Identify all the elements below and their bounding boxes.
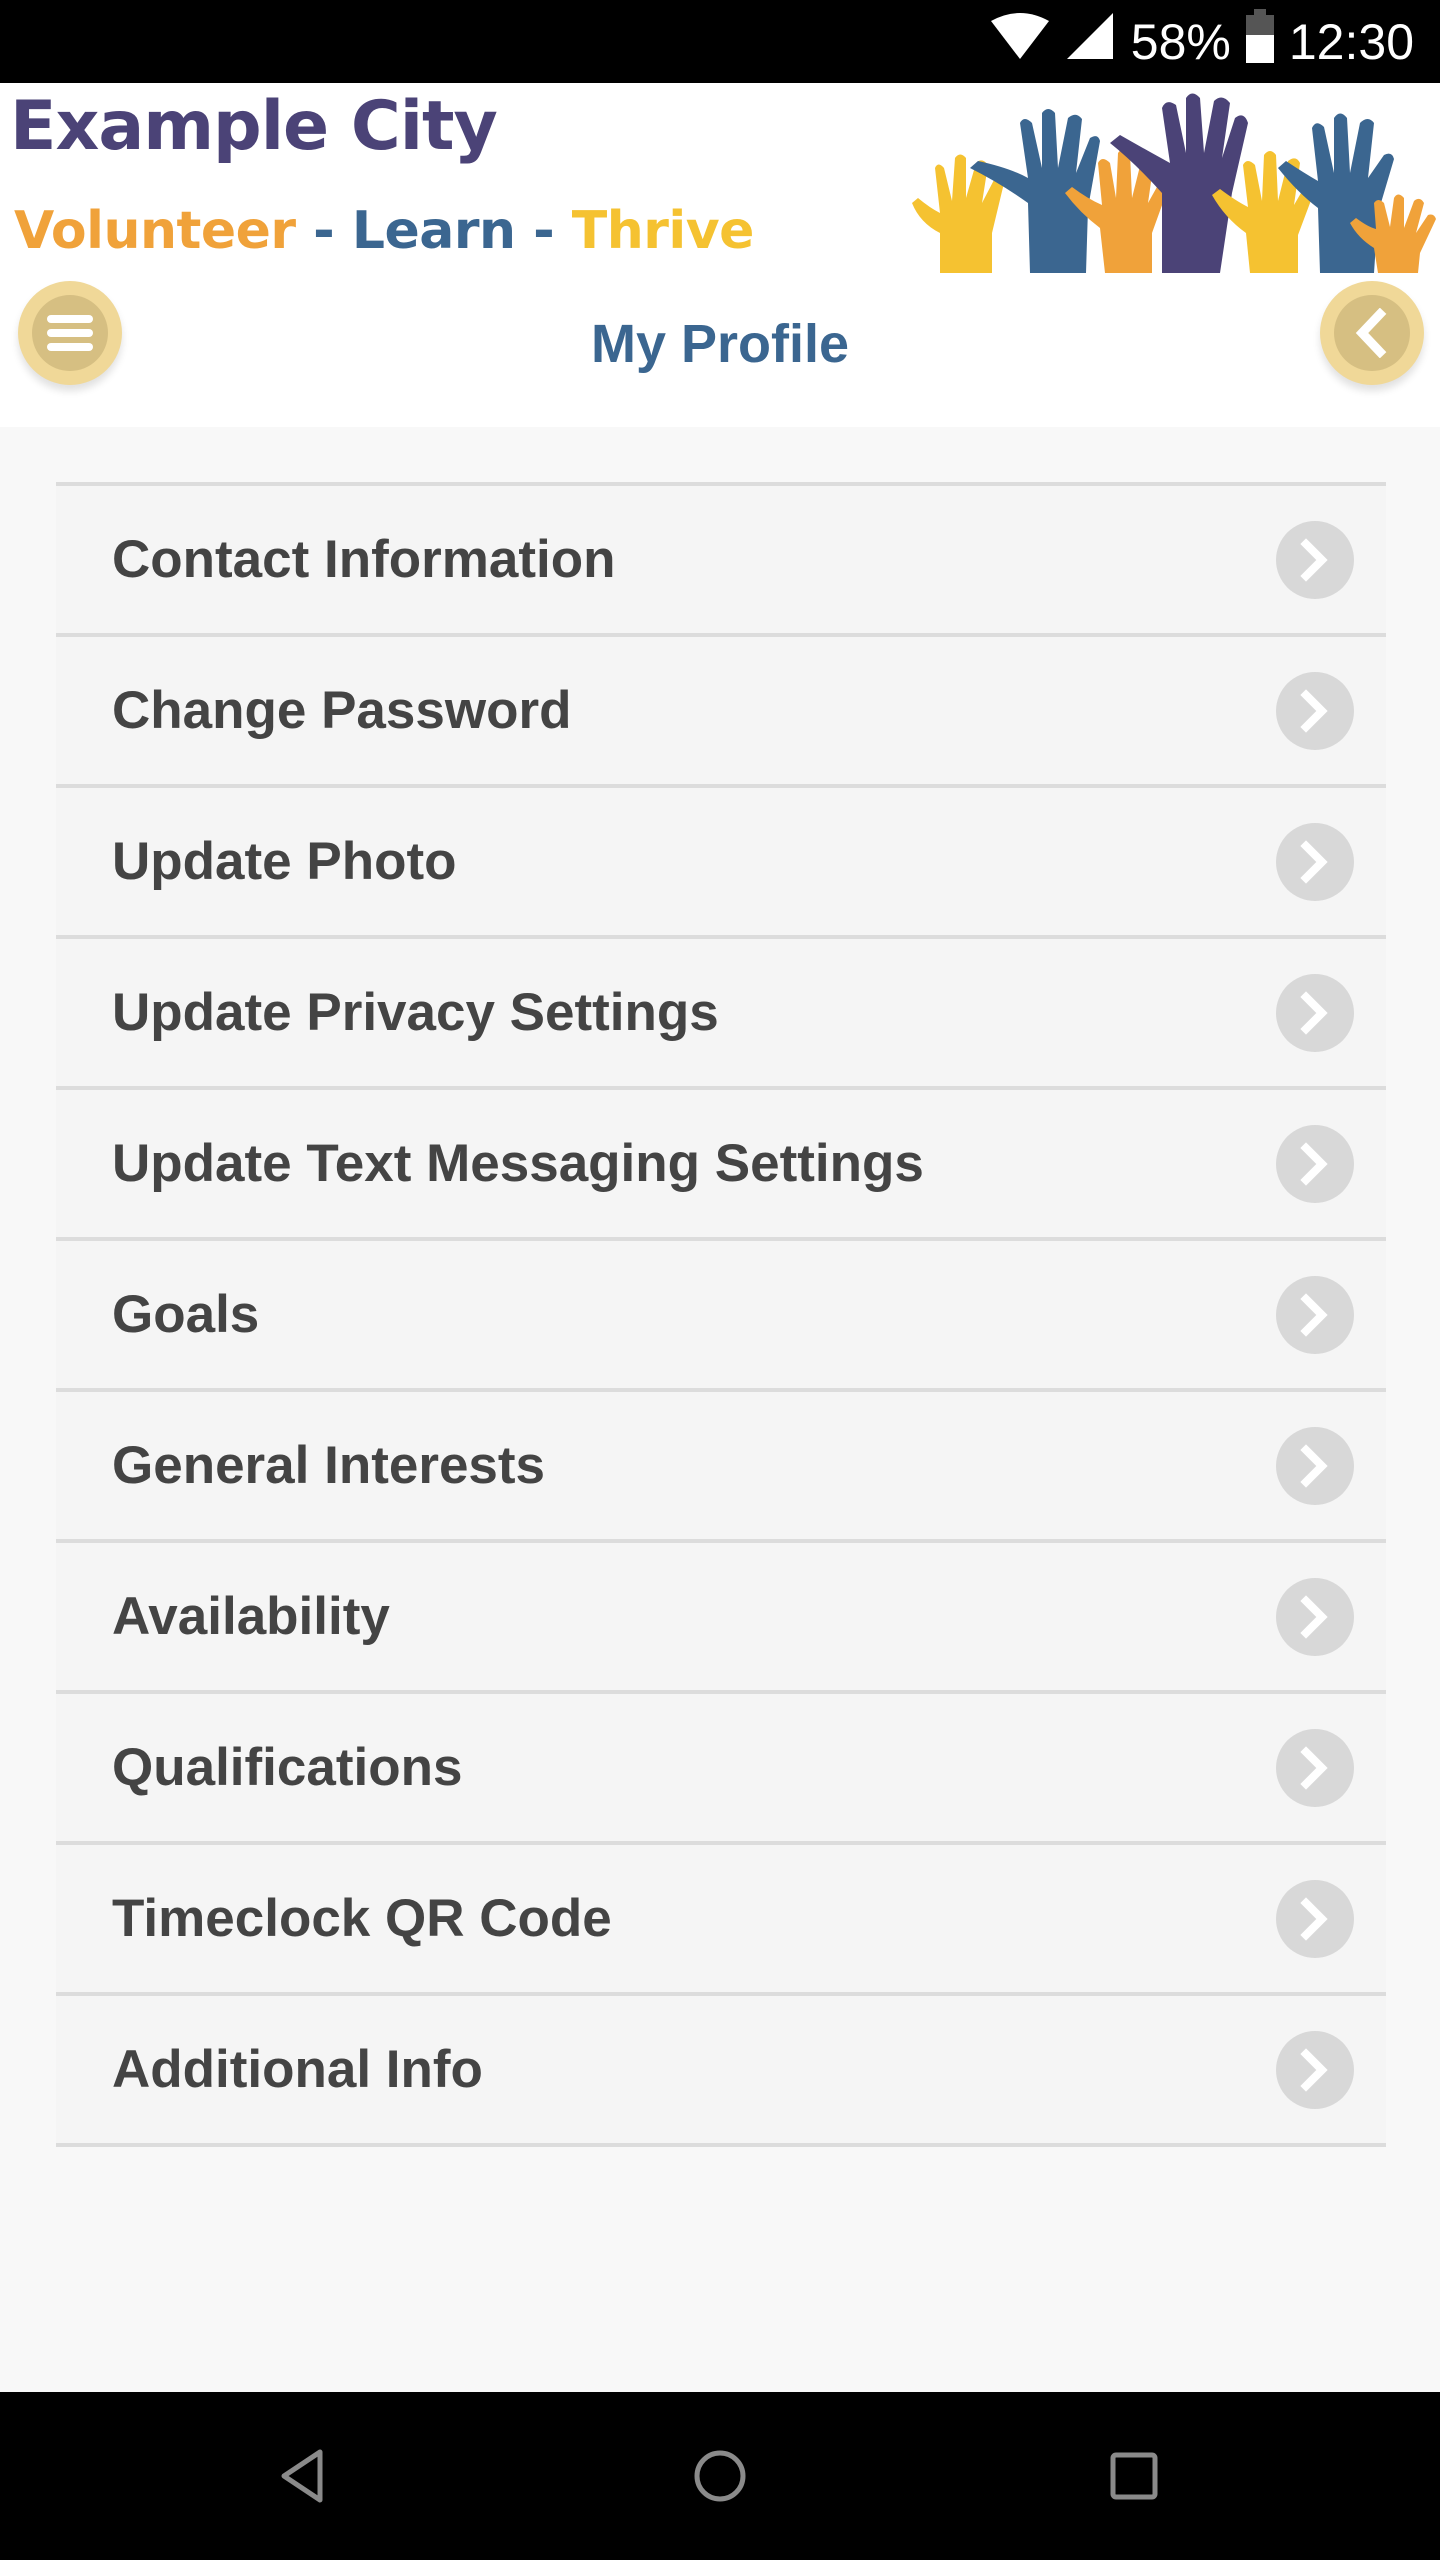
menu-item-label: Qualifications xyxy=(112,1738,463,1797)
menu-item-label: Update Photo xyxy=(112,832,457,891)
logo-title: Example City xyxy=(10,87,498,166)
home-icon xyxy=(694,2450,746,2502)
app-header: Example City Volunteer - Learn - Thrive xyxy=(0,83,1440,427)
chevron-right-icon xyxy=(1276,671,1354,750)
menu-item-label: Availability xyxy=(112,1587,390,1646)
chevron-right-icon xyxy=(1276,1426,1354,1505)
system-nav-bar xyxy=(0,2392,1440,2560)
back-icon xyxy=(281,2449,323,2503)
menu-item[interactable]: Additional Info xyxy=(56,1996,1386,2147)
cell-signal-icon xyxy=(1065,11,1117,73)
raised-hands-logo-icon xyxy=(912,93,1436,273)
battery-percent: 58% xyxy=(1130,13,1231,70)
menu-item[interactable]: Goals xyxy=(56,1241,1386,1392)
chevron-left-icon xyxy=(1355,308,1387,358)
menu-item[interactable]: Update Text Messaging Settings xyxy=(56,1090,1386,1241)
tagline-separator: - xyxy=(295,201,352,261)
chevron-right-icon xyxy=(1276,1124,1354,1203)
menu-item-label: Update Privacy Settings xyxy=(112,983,719,1042)
menu-item-label: Goals xyxy=(112,1285,260,1344)
menu-item[interactable]: Qualifications xyxy=(56,1694,1386,1845)
menu-item[interactable]: Update Privacy Settings xyxy=(56,939,1386,1090)
chevron-right-icon xyxy=(1276,1577,1354,1656)
tagline-thrive: Thrive xyxy=(571,201,755,261)
tagline-volunteer: Volunteer xyxy=(14,201,296,261)
menu-item[interactable]: Availability xyxy=(56,1543,1386,1694)
nav-recents-button[interactable] xyxy=(1094,2436,1174,2516)
profile-menu-list: Contact Information Change Password Update… xyxy=(56,482,1386,2147)
menu-item-label: Contact Information xyxy=(112,530,616,589)
menu-item[interactable]: Update Photo xyxy=(56,788,1386,939)
menu-item[interactable]: Change Password xyxy=(56,637,1386,788)
menu-item[interactable]: Contact Information xyxy=(56,486,1386,637)
status-bar-right: 58% 12:30 xyxy=(989,0,1414,83)
tagline-learn: Learn xyxy=(351,201,516,261)
tagline-separator: - xyxy=(515,201,572,261)
back-button[interactable] xyxy=(1320,281,1424,385)
recents-icon xyxy=(1110,2452,1158,2500)
menu-item-label: Update Text Messaging Settings xyxy=(112,1134,924,1193)
chevron-right-icon xyxy=(1276,1728,1354,1807)
chevron-right-icon xyxy=(1276,520,1354,599)
nav-back-button[interactable] xyxy=(264,2436,344,2516)
battery-icon xyxy=(1245,8,1275,75)
menu-item[interactable]: General Interests xyxy=(56,1392,1386,1543)
status-bar: 58% 12:30 xyxy=(0,0,1440,83)
nav-home-button[interactable] xyxy=(680,2436,760,2516)
chevron-right-icon xyxy=(1276,2030,1354,2109)
page-title: My Profile xyxy=(590,314,850,374)
chevron-right-icon xyxy=(1276,973,1354,1052)
menu-item[interactable]: Timeclock QR Code xyxy=(56,1845,1386,1996)
logo-tagline: Volunteer - Learn - Thrive xyxy=(14,201,754,261)
wifi-icon xyxy=(989,11,1051,73)
chevron-right-icon xyxy=(1276,822,1354,901)
clock-time: 12:30 xyxy=(1288,13,1414,70)
chevron-right-icon xyxy=(1276,1879,1354,1958)
chevron-right-icon xyxy=(1276,1275,1354,1354)
menu-item-label: Additional Info xyxy=(112,2040,483,2099)
menu-item-label: General Interests xyxy=(112,1436,546,1495)
menu-item-label: Timeclock QR Code xyxy=(112,1889,612,1948)
menu-item-label: Change Password xyxy=(112,681,572,740)
